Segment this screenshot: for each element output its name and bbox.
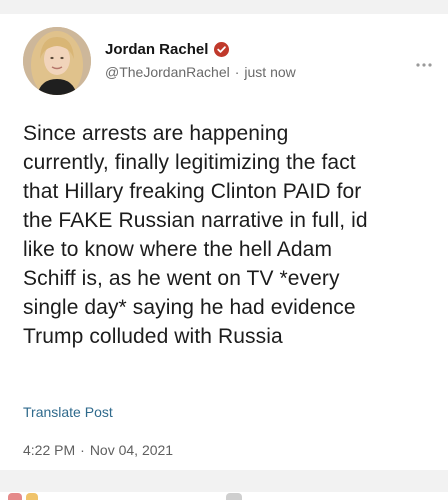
reply-icon[interactable] <box>8 493 22 500</box>
bottom-separator <box>0 470 448 492</box>
author-name-row: Jordan Rachel <box>105 41 230 58</box>
post-time: 4:22 PM <box>23 442 76 458</box>
post-text-line: currently, finally legitimizing the fact <box>23 151 356 174</box>
post-timestamp[interactable]: 4:22 PM · Nov 04, 2021 <box>23 442 173 458</box>
post-text-line: like to know where the hell Adam <box>23 238 333 261</box>
posted-relative-time: just now <box>244 64 296 80</box>
profile-photo-icon <box>23 27 91 95</box>
author-avatar[interactable] <box>23 27 91 95</box>
more-horizontal-icon[interactable] <box>414 57 434 67</box>
separator-dot: · <box>234 64 240 80</box>
author-display-name[interactable]: Jordan Rachel <box>105 41 208 58</box>
post-text-line: Trump colluded with Russia <box>23 325 283 348</box>
top-strip <box>0 0 448 14</box>
post-text-line: the FAKE Russian narrative in full, id <box>23 209 368 232</box>
verified-badge-icon <box>214 42 230 57</box>
like-icon[interactable] <box>26 493 38 500</box>
translate-post-link[interactable]: Translate Post <box>23 404 113 420</box>
post-card: Jordan Rachel @TheJordanRachel · just now … <box>0 14 448 470</box>
repost-icon[interactable] <box>226 493 242 500</box>
author-handle[interactable]: @TheJordanRachel <box>105 64 230 80</box>
post-date: Nov 04, 2021 <box>89 442 174 458</box>
author-handle-row: @TheJordanRachel · just now <box>105 64 296 80</box>
separator-dot: · <box>80 442 85 458</box>
post-text-line: Since arrests are happening <box>23 122 289 145</box>
post-text-line: single day* saying he had evidence <box>23 296 356 319</box>
post-text-line: Schiff is, as he went on TV *every <box>23 267 340 290</box>
post-text-line: that Hillary freaking Clinton PAID for <box>23 180 362 203</box>
post-text: Since arrests are happening currently, f… <box>23 119 435 351</box>
action-bar-partial <box>0 492 448 500</box>
